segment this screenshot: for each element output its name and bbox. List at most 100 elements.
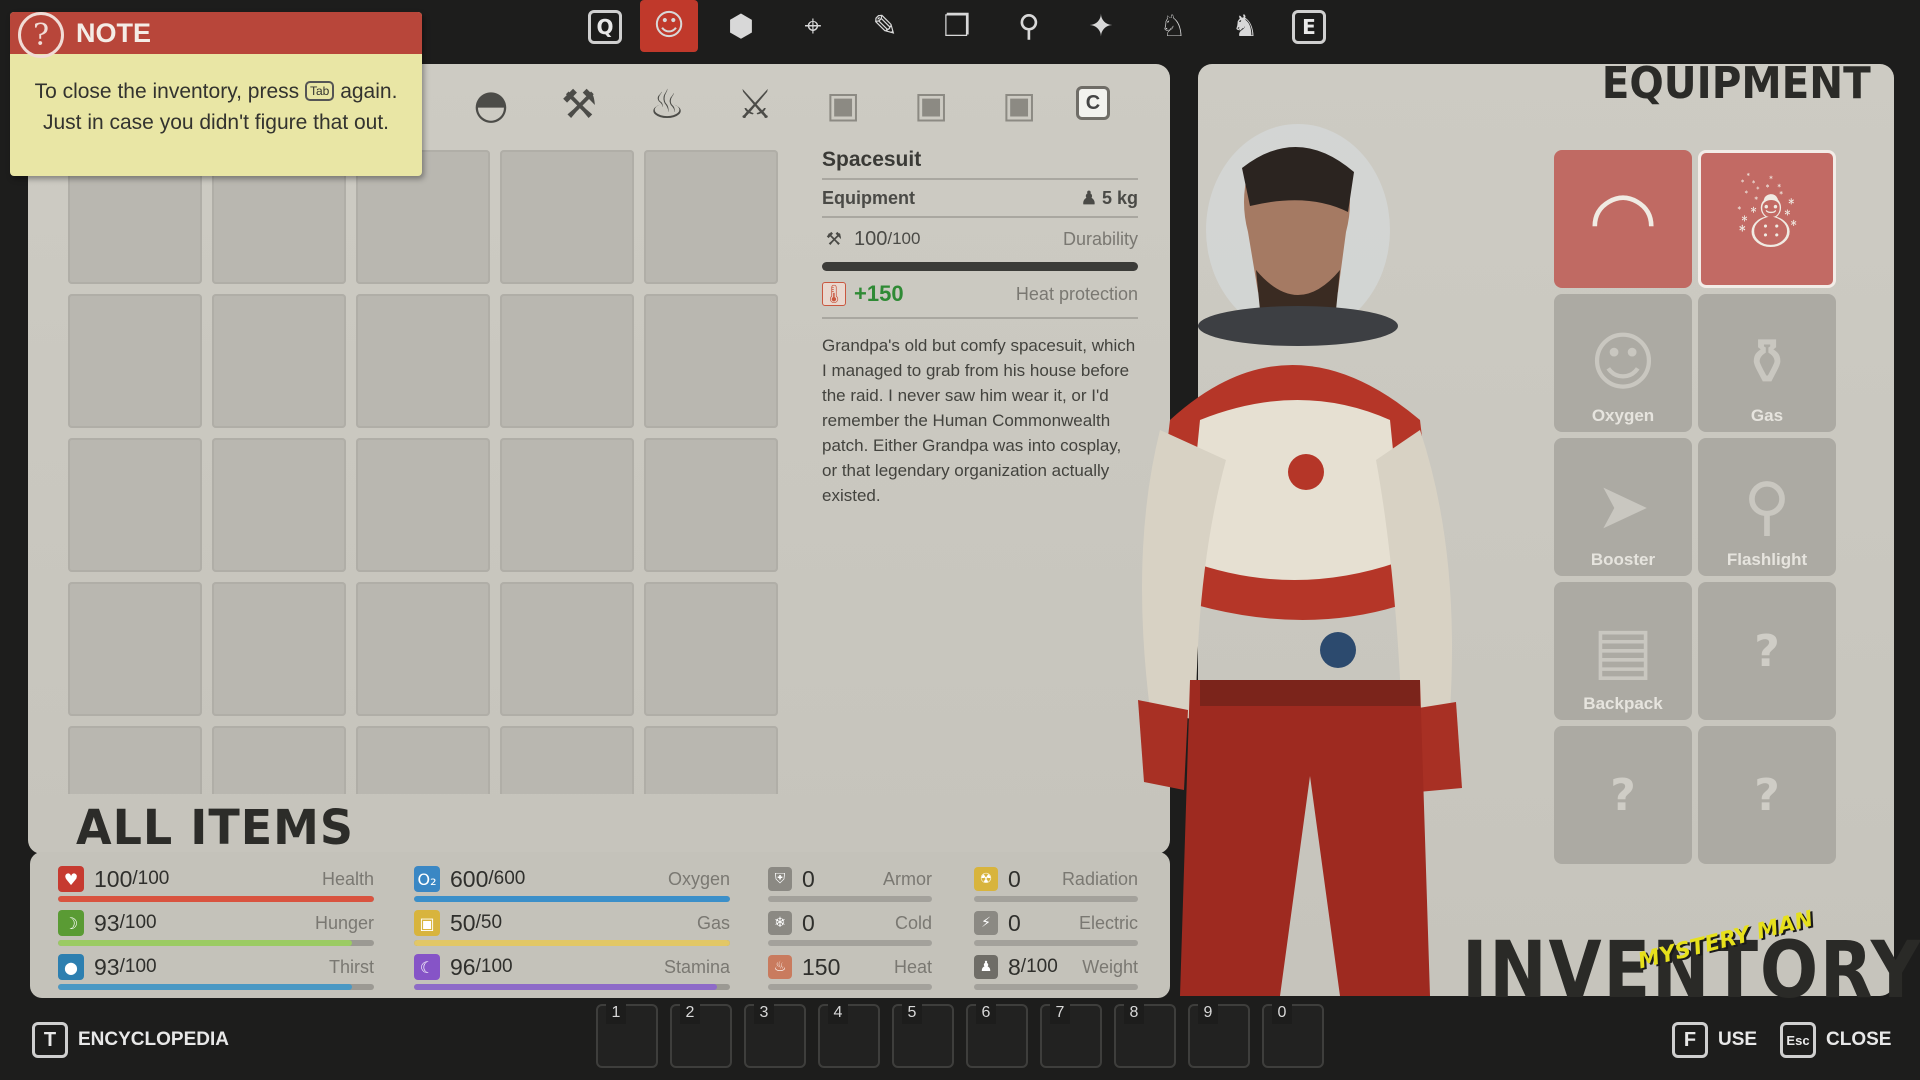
bestiary-icon: ♞ bbox=[1231, 9, 1259, 44]
suit-chest-panel bbox=[1186, 400, 1404, 580]
defence-bar bbox=[974, 896, 1138, 902]
hotbar-number: 6 bbox=[976, 1004, 996, 1024]
unknown-icon: ? bbox=[1754, 625, 1780, 677]
inventory-slot[interactable] bbox=[212, 582, 346, 716]
heat-protection-label: Heat protection bbox=[1015, 283, 1138, 304]
defence-max: /100 bbox=[1020, 956, 1058, 977]
all-items-label: ALL ITEMS bbox=[76, 798, 355, 856]
defence-armor: ⛨ 0 Armor bbox=[768, 864, 932, 906]
defence-heat: ♨ 150 Heat bbox=[768, 952, 932, 994]
collectibles-tab[interactable]: ♘ bbox=[1144, 4, 1202, 50]
equipment-slot-label: Gas bbox=[1750, 406, 1784, 425]
quests-tab[interactable]: ✎ bbox=[856, 4, 914, 50]
hotbar-number: 9 bbox=[1198, 1004, 1218, 1024]
inventory-slot[interactable] bbox=[500, 294, 634, 428]
hotbar-slot[interactable]: 5 bbox=[892, 1004, 954, 1068]
inventory-slot[interactable] bbox=[68, 582, 202, 716]
equipment-slot-spacesuit[interactable]: ☃ bbox=[1698, 150, 1836, 288]
hotbar-slot[interactable]: 0 bbox=[1262, 1004, 1324, 1068]
equipment-slot-unknown[interactable]: ? bbox=[1698, 726, 1836, 864]
stat-value: 93 bbox=[94, 909, 120, 936]
inventory-slot[interactable] bbox=[644, 582, 778, 716]
discoveries-tab[interactable]: ⚲ bbox=[1000, 4, 1058, 50]
inventory-slot[interactable] bbox=[68, 726, 202, 794]
inventory-slot[interactable] bbox=[68, 294, 202, 428]
inventory-slot[interactable] bbox=[356, 294, 490, 428]
lock-icon: ▣ bbox=[825, 84, 860, 126]
use-button[interactable]: F USE bbox=[1672, 1022, 1757, 1058]
inventory-slot[interactable] bbox=[500, 582, 634, 716]
hotbar-slot[interactable]: 7 bbox=[1040, 1004, 1102, 1068]
shovel-icon[interactable]: ⚔ bbox=[724, 74, 786, 136]
item-details: Spacesuit Equipment ♟ 5 kg ⚒ 100/100 Dur… bbox=[822, 148, 1138, 508]
equipment-slot-gas[interactable]: ⚱ Gas bbox=[1698, 294, 1836, 432]
inventory-slot[interactable] bbox=[644, 438, 778, 572]
inventory-slot[interactable] bbox=[356, 438, 490, 572]
hotbar-slot[interactable]: 2 bbox=[670, 1004, 732, 1068]
inventory-slot[interactable] bbox=[356, 726, 490, 794]
suit-valve bbox=[1320, 632, 1356, 668]
equipment-slot-booster[interactable]: ➤ Booster bbox=[1554, 438, 1692, 576]
inventory-slot[interactable] bbox=[212, 294, 346, 428]
hotbar-slot[interactable]: 1 bbox=[596, 1004, 658, 1068]
inventory-slot[interactable] bbox=[68, 438, 202, 572]
character-tab[interactable]: ☺ bbox=[640, 0, 698, 52]
equipment-slot-backpack[interactable]: ▤ Backpack bbox=[1554, 582, 1692, 720]
inventory-slot[interactable] bbox=[644, 726, 778, 794]
equipment-slot-unknown[interactable]: ? bbox=[1698, 582, 1836, 720]
spacesuit-icon: ☃ bbox=[1731, 172, 1803, 266]
next-category-key-button[interactable]: C bbox=[1076, 86, 1110, 120]
inventory-slot[interactable] bbox=[212, 438, 346, 572]
resources-icon[interactable]: ◓ bbox=[460, 74, 522, 136]
stat-bar bbox=[58, 940, 374, 946]
heat-icon: ♨ bbox=[768, 955, 792, 979]
defence-value: 8 bbox=[1008, 953, 1021, 980]
durability-max: /100 bbox=[887, 229, 921, 248]
inventory-slot[interactable] bbox=[212, 726, 346, 794]
hotbar-slot[interactable]: 8 bbox=[1114, 1004, 1176, 1068]
stat-bar bbox=[414, 896, 730, 902]
equipment-slot-oxygen[interactable]: ☺ Oxygen bbox=[1554, 294, 1692, 432]
stat-bar bbox=[414, 940, 730, 946]
inventory-slot[interactable] bbox=[500, 438, 634, 572]
inventory-slot[interactable] bbox=[500, 726, 634, 794]
inventory-slot[interactable] bbox=[644, 294, 778, 428]
map-tab[interactable]: ⌖ bbox=[784, 4, 842, 50]
bestiary-tab[interactable]: ♞ bbox=[1216, 4, 1274, 50]
equipment-slot-helmet[interactable]: ◠ bbox=[1554, 150, 1692, 288]
encyclopedia-button[interactable]: T ENCYCLOPEDIA bbox=[32, 1022, 229, 1058]
stamina-icon: ☾ bbox=[414, 954, 440, 980]
close-button[interactable]: Esc CLOSE bbox=[1780, 1022, 1891, 1058]
note-title: NOTE bbox=[76, 17, 152, 48]
stat-hunger: ☽ 93/100 Hunger bbox=[58, 908, 374, 950]
crafting-tab[interactable]: ⬢ bbox=[712, 4, 770, 50]
inventory-slot[interactable] bbox=[500, 150, 634, 284]
equipment-slot-flashlight[interactable]: ⚲ Flashlight bbox=[1698, 438, 1836, 576]
inventory-slot[interactable] bbox=[356, 582, 490, 716]
hotbar-slot[interactable]: 3 bbox=[744, 1004, 806, 1068]
equipment-slot-unknown[interactable]: ? bbox=[1554, 726, 1692, 864]
hotbar-slot[interactable]: 6 bbox=[966, 1004, 1028, 1068]
journal-tab[interactable]: ❐ bbox=[928, 4, 986, 50]
stat-bar-fill bbox=[58, 984, 352, 990]
thermometer-icon: 🌡 bbox=[822, 282, 846, 306]
inventory-slot[interactable] bbox=[644, 150, 778, 284]
stat-gas: ▣ 50/50 Gas bbox=[414, 908, 730, 950]
next-tab-key-button[interactable]: E bbox=[1280, 4, 1338, 50]
achievements-tab[interactable]: ✦ bbox=[1072, 4, 1130, 50]
hotbar-slot[interactable]: 4 bbox=[818, 1004, 880, 1068]
stat-health: ♥ 100/100 Health bbox=[58, 864, 374, 906]
stat-label: Thirst bbox=[329, 956, 374, 977]
hotbar-number: 0 bbox=[1272, 1004, 1292, 1024]
ducks-icon[interactable]: ♨ bbox=[636, 74, 698, 136]
durability-bar bbox=[822, 262, 1138, 271]
hotbar-slot[interactable]: 9 bbox=[1188, 1004, 1250, 1068]
heat-protection-value: +150 bbox=[854, 281, 904, 306]
stat-bar-fill bbox=[414, 896, 730, 902]
journal-icon: ❐ bbox=[943, 9, 971, 44]
parts-icon[interactable]: ⚒ bbox=[548, 74, 610, 136]
hotbar-number: 5 bbox=[902, 1004, 922, 1024]
defence-value: 0 bbox=[1008, 865, 1021, 892]
prev-tab-key-button[interactable]: Q bbox=[576, 4, 634, 50]
stat-value: 93 bbox=[94, 953, 120, 980]
